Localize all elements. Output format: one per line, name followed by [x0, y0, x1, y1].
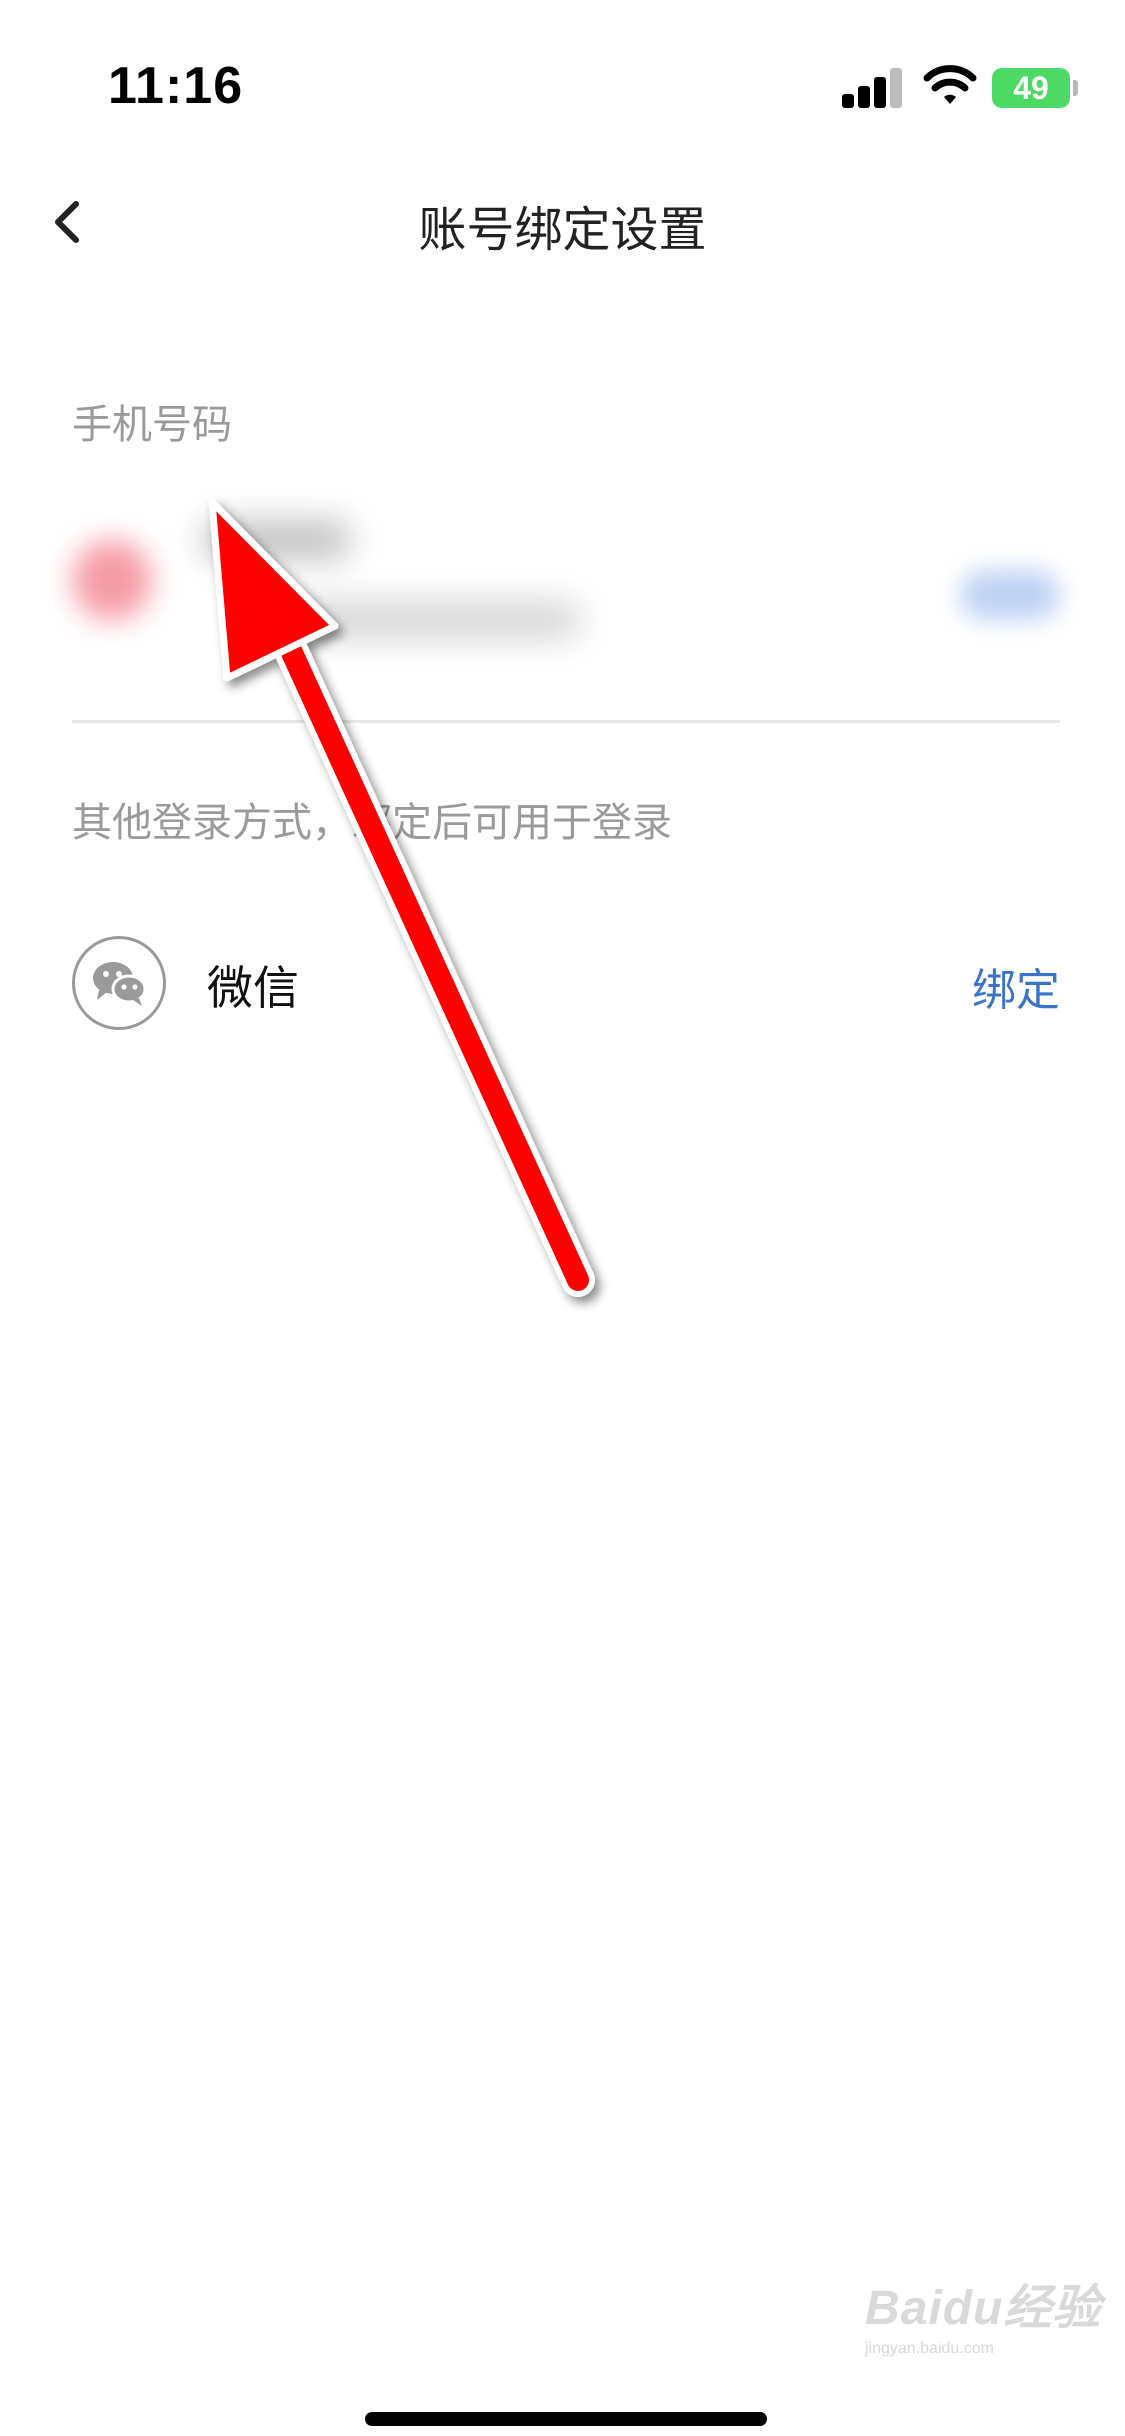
battery-level: 49: [1013, 69, 1049, 106]
section-divider: [72, 720, 1060, 723]
wechat-icon-container: [72, 936, 166, 1030]
navigation-bar: 账号绑定设置: [0, 150, 1125, 300]
watermark-site: jingyan.baidu.com: [865, 2340, 994, 2357]
phone-number-row[interactable]: [72, 480, 1060, 700]
wifi-icon: [923, 65, 977, 104]
cellular-signal-icon: [842, 66, 904, 108]
blurred-phone-action[interactable]: [960, 570, 1060, 620]
phone-section-label: 手机号码: [72, 402, 232, 448]
battery-icon: 49: [992, 68, 1070, 108]
wechat-row: 微信 绑定: [72, 936, 1060, 1036]
wechat-icon: [93, 962, 147, 1006]
baidu-watermark: Baidu经验 jingyan.baidu.com: [865, 2268, 1101, 2358]
blurred-phone-number: [252, 600, 582, 640]
status-time: 11:16: [108, 57, 244, 115]
wechat-bind-button[interactable]: 绑定: [972, 954, 1060, 1018]
battery-tip: [1073, 80, 1078, 96]
red-arrow-icon: [208, 498, 595, 1297]
watermark-brand: Baidu经验: [865, 2282, 1102, 2335]
wechat-label: 微信: [207, 961, 299, 1015]
status-bar: 11:16 49: [0, 0, 1125, 150]
page-title: 账号绑定设置: [418, 202, 707, 258]
blurred-phone-avatar: [72, 540, 152, 620]
other-login-section-label: 其他登录方式，绑定后可用于登录: [72, 800, 672, 846]
home-indicator[interactable]: [365, 2412, 767, 2426]
blurred-phone-name: [202, 520, 352, 560]
